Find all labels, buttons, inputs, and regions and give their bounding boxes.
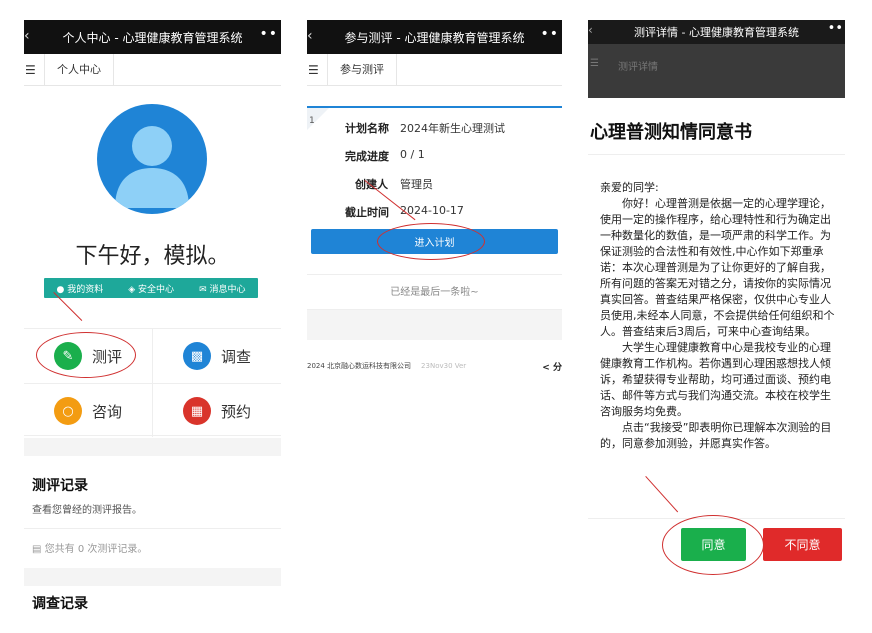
chat-icon: ○	[53, 397, 82, 425]
annotation-arrow	[645, 476, 679, 513]
user-avatar-icon	[115, 126, 189, 208]
consent-text: 亲爱的同学: 你好！心理普测是依据一定的心理学理论，使用一定的操作程序，给心理特…	[600, 180, 840, 452]
footer: 2024 北京融心数运科技有限公司 23Nov30 Ver < 分	[307, 356, 562, 376]
back-icon[interactable]: ‹	[307, 28, 313, 44]
share-icon: <	[542, 362, 550, 373]
end-of-list-text: 已经是最后一条啦~	[307, 274, 562, 310]
back-icon[interactable]: ‹	[588, 23, 593, 37]
more-icon[interactable]: ••	[828, 21, 843, 36]
salutation: 亲爱的同学:	[600, 181, 659, 194]
assessment-detail-screen: ‹ 测评详情 - 心理健康教育管理系统 •• ☰ 测评详情 心理普测知情同意书 …	[588, 20, 845, 618]
survey-records-title: 调查记录	[32, 596, 88, 612]
tab-bar: ☰ 个人中心	[24, 53, 281, 86]
tab-bar: ☰ 测评详情	[588, 44, 845, 98]
creator-row: 创建人 管理员	[355, 178, 433, 191]
title-bar: ‹ 测评详情 - 心理健康教育管理系统 ••	[588, 20, 845, 44]
page-title: 测评详情 - 心理健康教育管理系统	[634, 26, 799, 39]
highlight-ellipse	[36, 332, 136, 378]
assessment-records-count: ▤ 您共有 0 次测评记录。	[32, 544, 148, 555]
page-title: 个人中心 - 心理健康教育管理系统	[62, 30, 243, 45]
shield-icon: ◈	[128, 284, 136, 295]
tab-bar: ☰ 参与测评	[307, 53, 562, 86]
modal-title: 心理普测知情同意书	[590, 122, 752, 143]
tab-assessment-detail[interactable]: 测评详情	[618, 58, 658, 73]
consult-button[interactable]: ○ 咨询	[24, 384, 152, 438]
footer-version: 23Nov30 Ver	[421, 362, 467, 370]
plan-card: 1 计划名称 2024年新生心理测试 完成进度 0 / 1 创建人 管理员 截止…	[307, 106, 562, 240]
more-icon[interactable]: ••	[259, 26, 278, 42]
consent-paragraph-2: 大学生心理健康教育中心是我校专业的心理健康教育工作机构。若你遇到心理困惑想找人倾…	[600, 341, 831, 418]
message-center-link[interactable]: ✉ 消息中心	[199, 282, 245, 295]
footer-company: 2024 北京融心数运科技有限公司	[307, 362, 412, 370]
personal-center-screen: ‹ 个人中心 - 心理健康教育管理系统 •• ☰ 个人中心 下午好，模拟。 ● …	[24, 20, 281, 618]
page-title: 参与测评 - 心理健康教育管理系统	[344, 30, 525, 45]
consent-paragraph-3: 点击“我接受”即表明你已理解本次测验的目的，同意参加测验，并愿真实作答。	[600, 421, 832, 450]
greeting: 下午好，模拟。	[75, 244, 230, 269]
mail-icon: ✉	[199, 284, 207, 295]
tab-participate-assessment[interactable]: 参与测评	[327, 53, 397, 86]
participate-assessment-screen: ‹ 参与测评 - 心理健康教育管理系统 •• ☰ 参与测评 1 计划名称 202…	[307, 20, 562, 618]
bar-chart-icon: ▩	[182, 342, 211, 370]
menu-icon[interactable]: ☰	[590, 58, 599, 69]
consent-modal: 心理普测知情同意书 亲爱的同学: 你好！心理普测是依据一定的心理学理论，使用一定…	[588, 98, 845, 583]
appointment-button[interactable]: ▦ 预约	[153, 384, 281, 438]
calendar-icon: ▦	[182, 397, 211, 425]
progress-row: 完成进度 0 / 1	[345, 148, 425, 163]
menu-icon[interactable]: ☰	[24, 63, 44, 77]
share-button[interactable]: < 分	[542, 360, 562, 373]
disagree-button[interactable]: 不同意	[763, 528, 842, 561]
highlight-ellipse	[662, 515, 764, 575]
avatar	[97, 104, 207, 214]
more-icon[interactable]: ••	[540, 26, 559, 42]
plan-index: 1	[309, 116, 315, 126]
security-center-link[interactable]: ◈ 安全中心	[128, 282, 174, 295]
document-icon: ▤	[32, 544, 42, 555]
consent-paragraph-1: 你好！心理普测是依据一定的心理学理论，使用一定的操作程序，给心理特性和行为确定出…	[600, 197, 835, 338]
title-bar: ‹ 个人中心 - 心理健康教育管理系统 ••	[24, 20, 281, 54]
user-icon: ●	[56, 284, 65, 295]
my-profile-link[interactable]: ● 我的资料	[57, 282, 104, 295]
highlight-ellipse	[377, 223, 485, 260]
back-icon[interactable]: ‹	[24, 28, 30, 44]
quick-links-bar: ● 我的资料 ◈ 安全中心 ✉ 消息中心	[44, 278, 258, 298]
assessment-records-title: 测评记录	[32, 478, 88, 494]
survey-button[interactable]: ▩ 调查	[153, 329, 281, 383]
assessment-records-subtitle: 查看您曾经的测评报告。	[32, 505, 142, 516]
menu-icon[interactable]: ☰	[307, 63, 327, 77]
plan-name-row: 计划名称 2024年新生心理测试	[345, 122, 505, 135]
tab-personal-center[interactable]: 个人中心	[44, 53, 114, 86]
title-bar: ‹ 参与测评 - 心理健康教育管理系统 ••	[307, 20, 562, 54]
